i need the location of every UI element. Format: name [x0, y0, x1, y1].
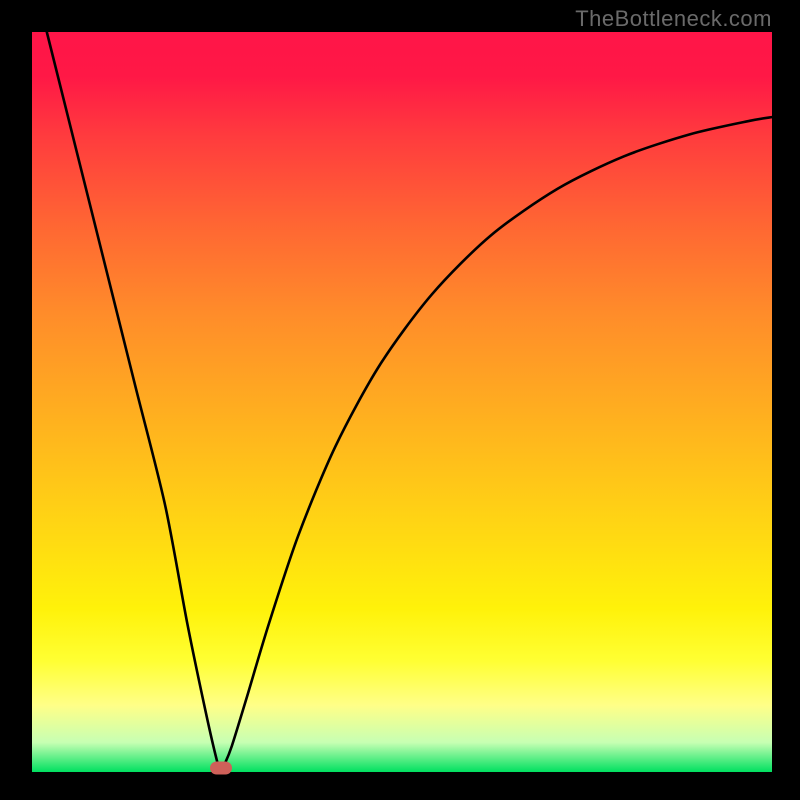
curve-layer: [32, 32, 772, 772]
minimum-marker: [210, 762, 232, 775]
plot-curve: [47, 32, 772, 771]
plot-area: [32, 32, 772, 772]
chart-frame: TheBottleneck.com: [0, 0, 800, 800]
watermark: TheBottleneck.com: [575, 6, 772, 32]
